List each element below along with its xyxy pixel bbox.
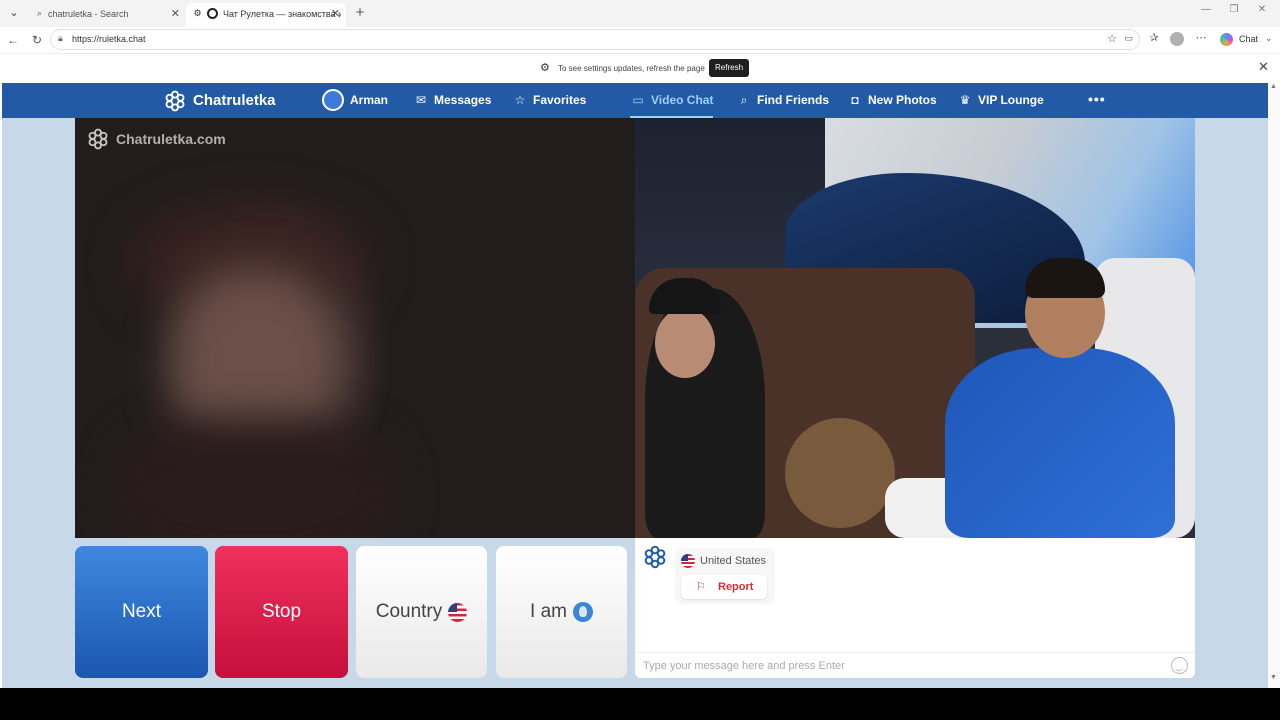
browser-window: ⌄ ⌕ chatruletka - Search ✕ ⚙ Чат Рулетка…	[0, 0, 1280, 688]
camera-icon: ◘	[851, 93, 859, 107]
close-window-icon[interactable]: ✕	[1252, 4, 1272, 15]
tab-title: chatruletka - Search	[48, 9, 129, 19]
site-navbar: Chatruletka Arman ✉ Messages ☆ Favorites ▭…	[2, 83, 1268, 118]
nav-item-favorites[interactable]: ☆ Favorites	[512, 83, 587, 118]
camera-permission-icon[interactable]: ▭	[1124, 33, 1133, 44]
star-icon: ☆	[514, 93, 526, 107]
flag-icon: ⚐	[696, 581, 706, 593]
stranger-video	[635, 118, 1195, 538]
nav-item-label: Find Friends	[757, 93, 829, 107]
country-button-label: Country	[375, 601, 443, 622]
tab-actions-chevron-icon[interactable]: ⌄	[4, 4, 24, 22]
user-avatar-icon	[572, 602, 593, 622]
nav-item-find-friends[interactable]: ⌕ Find Friends	[736, 83, 829, 118]
user-avatar-icon	[322, 88, 344, 111]
copilot-icon[interactable]	[1220, 33, 1233, 46]
nav-item-label: VIP Lounge	[978, 93, 1044, 107]
nav-item-label: Messages	[434, 93, 492, 107]
gender-button-label: I am	[530, 601, 567, 622]
page-viewport: Chatruletka Arman ✉ Messages ☆ Favorites ▭…	[2, 83, 1268, 688]
close-infobar-icon[interactable]: ✕	[1258, 59, 1269, 75]
nav-item-label: Favorites	[533, 93, 587, 107]
next-button[interactable]: Next	[75, 546, 208, 678]
stranger-country: United States	[700, 555, 767, 567]
video-camera-icon: ▭	[632, 93, 644, 107]
address-bar[interactable]: 🔒︎ https://ruletka.chat ☆ ▭	[50, 29, 1140, 50]
video-scene-shape	[945, 348, 1175, 538]
video-scene-shape	[785, 418, 895, 528]
info-bar: ⚙ To see settings updates, refresh the p…	[0, 53, 1280, 83]
search-icon: ⌕	[36, 8, 43, 18]
back-icon[interactable]: ←	[4, 31, 22, 49]
tab-chatruletka[interactable]: ⚙ Чат Рулетка — знакомства и ✕	[186, 3, 346, 27]
favorite-star-icon[interactable]: ☆	[1107, 32, 1117, 45]
info-bar-message: To see settings updates, refresh the pag…	[558, 64, 705, 73]
partner-video-blurred: Chatruletka.com	[75, 118, 635, 538]
reload-icon[interactable]: ↻	[28, 31, 46, 49]
watermark-text: Chatruletka.com	[116, 131, 226, 147]
copilot-chat-label[interactable]: Chat	[1239, 34, 1258, 44]
nav-item-new-photos[interactable]: ◘ New Photos	[847, 83, 937, 118]
new-tab-button[interactable]: +	[352, 3, 368, 23]
address-bar-row: ← ↻ 🔒︎ https://ruletka.chat ☆ ▭ ✰ ⋯ Chat…	[0, 27, 1280, 53]
emoji-icon[interactable]	[1171, 657, 1188, 674]
tab-search[interactable]: ⌕ chatruletka - Search ✕	[28, 3, 186, 27]
nav-item-video-chat[interactable]: ▭ Video Chat	[630, 83, 714, 118]
search-icon: ⌕	[740, 93, 748, 107]
report-button-label: Report	[718, 581, 754, 593]
nav-item-label: Video Chat	[651, 93, 714, 107]
chatruletka-logo-icon	[644, 545, 666, 569]
next-button-label: Next	[121, 601, 162, 622]
more-menu-button[interactable]: •••	[1088, 91, 1106, 107]
recording-indicator-icon	[207, 8, 218, 19]
stranger-location-card: United States ⚐ Report	[675, 548, 775, 604]
site-favicon-icon: ⚙	[193, 8, 202, 18]
scroll-down-icon[interactable]: ▼	[1270, 674, 1277, 681]
chatruletka-logo-icon	[165, 90, 185, 112]
brand-name: Chatruletka	[193, 92, 276, 109]
country-button[interactable]: Country	[356, 546, 487, 678]
us-flag-icon	[681, 554, 695, 568]
stop-button-label: Stop	[261, 601, 302, 622]
chat-panel: United States ⚐ Report	[635, 538, 1195, 678]
stop-button[interactable]: Stop	[215, 546, 348, 678]
us-flag-icon	[448, 602, 468, 622]
chat-input-bar	[635, 652, 1195, 678]
more-menu-icon[interactable]: ⋯	[1192, 31, 1210, 44]
profile-avatar[interactable]	[1170, 32, 1184, 46]
nav-item-profile[interactable]: Arman	[322, 83, 388, 118]
settings-gear-icon: ⚙	[540, 62, 550, 74]
page-scrollbar[interactable]: ▲ ▼	[1268, 83, 1280, 688]
favorites-icon[interactable]: ✰	[1145, 31, 1163, 44]
nav-item-vip-lounge[interactable]: ♛ VIP Lounge	[957, 83, 1044, 118]
tab-close-icon[interactable]: ✕	[331, 3, 340, 25]
nav-item-label: Arman	[350, 93, 389, 107]
gender-button[interactable]: I am	[496, 546, 627, 678]
nav-item-messages[interactable]: ✉ Messages	[413, 83, 491, 118]
lock-icon[interactable]: 🔒︎	[58, 33, 63, 44]
tab-title: Чат Рулетка — знакомства и	[223, 9, 341, 19]
minimize-icon[interactable]: —	[1196, 4, 1216, 15]
video-blur-region	[115, 418, 395, 538]
url-text[interactable]: https://ruletka.chat	[72, 34, 146, 44]
restore-icon[interactable]: ❐	[1224, 4, 1244, 15]
tab-strip: ⌄ ⌕ chatruletka - Search ✕ ⚙ Чат Рулетка…	[0, 0, 1280, 27]
scroll-up-icon[interactable]: ▲	[1270, 83, 1277, 90]
chatruletka-logo-icon	[88, 128, 108, 150]
nav-item-label: New Photos	[868, 93, 937, 107]
envelope-icon: ✉	[415, 93, 427, 107]
chevron-down-icon[interactable]: ⌄	[1265, 33, 1273, 44]
refresh-button[interactable]: Refresh	[709, 59, 750, 77]
video-scene-shape	[655, 308, 715, 378]
tab-close-icon[interactable]: ✕	[171, 3, 180, 25]
crown-icon: ♛	[959, 93, 971, 107]
chat-message-input[interactable]	[643, 657, 1163, 675]
report-button[interactable]: ⚐ Report	[681, 575, 767, 599]
